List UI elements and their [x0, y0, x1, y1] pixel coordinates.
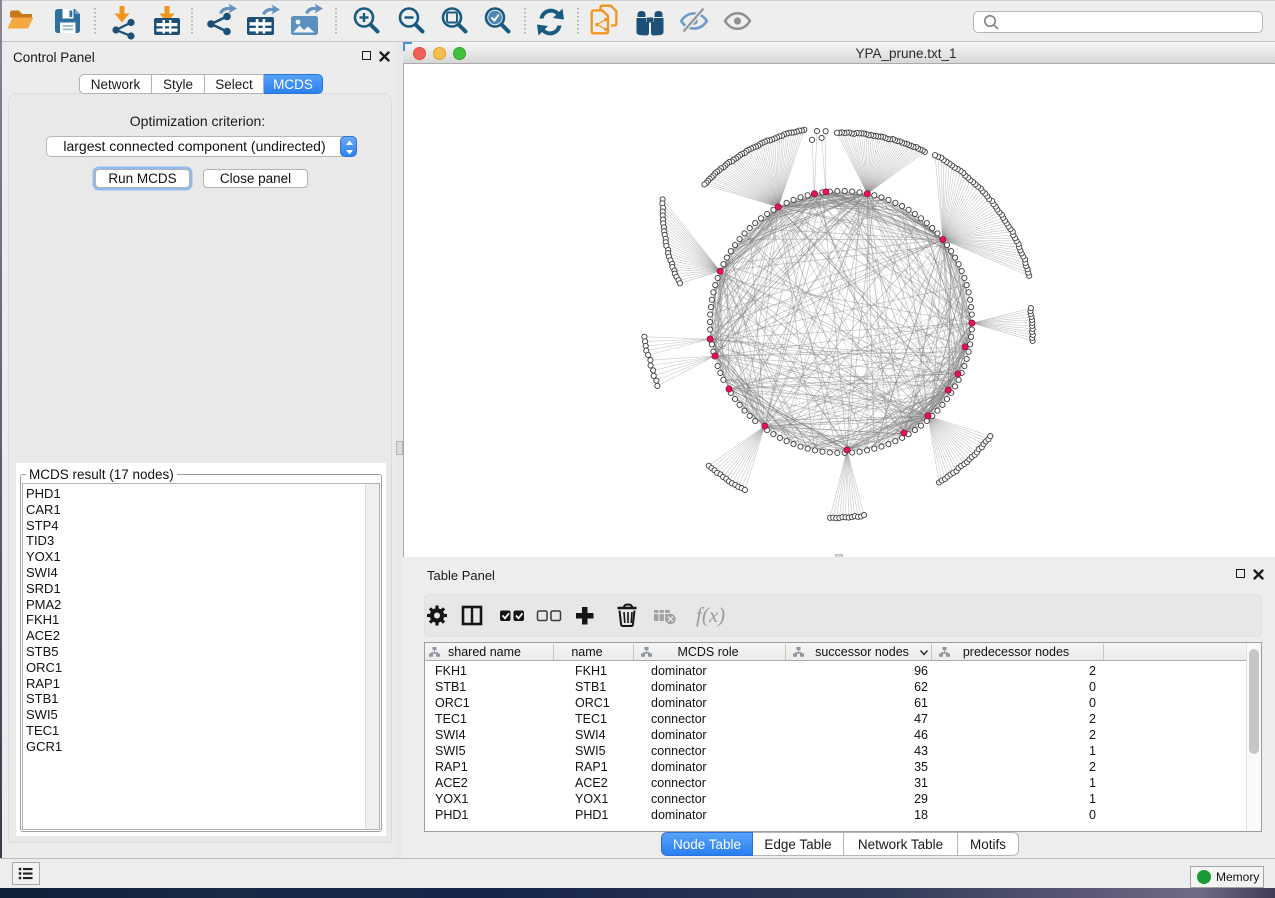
svg-text:f(x): f(x) — [696, 603, 725, 627]
